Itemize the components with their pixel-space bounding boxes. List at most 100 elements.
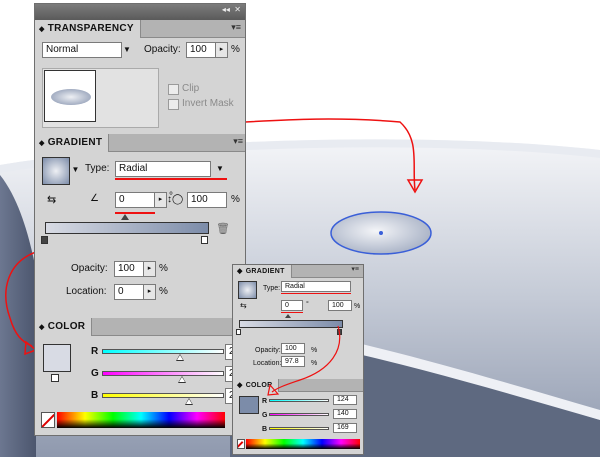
ellipse-center-point[interactable] <box>379 231 383 235</box>
small-g-slider[interactable] <box>269 413 329 416</box>
opacity-label: Opacity: <box>144 44 181 55</box>
small-none-color-icon[interactable] <box>237 439 245 449</box>
stop-opacity-input[interactable]: 100 <box>114 261 144 277</box>
opacity-stepper[interactable]: ▸ <box>216 42 228 58</box>
small-annotation-underline-type <box>281 293 351 294</box>
r-label: R <box>91 346 99 357</box>
small-fill-swatch-color <box>240 397 258 413</box>
stop-opacity-unit: % <box>159 263 168 274</box>
tab-color[interactable]: ◆ COLOR <box>35 318 93 336</box>
gradient-body: ▼ Type: Radial ▼ ⇆ ∠ 0 ▸ ° ↕◯ 100 % 🗑 Op… <box>35 152 245 318</box>
invert-mask-checkbox[interactable] <box>168 99 179 110</box>
gradient-menu-icon[interactable]: ▾≡ <box>233 136 243 147</box>
gradient-stop-start[interactable] <box>41 236 48 244</box>
opacity-unit: % <box>231 44 240 55</box>
angle-value: 0 <box>119 194 125 205</box>
small-gradient-stop-end[interactable] <box>337 329 342 335</box>
gradient-type-select[interactable]: Radial <box>115 161 211 177</box>
tab-gradient[interactable]: ◆ GRADIENT <box>35 134 110 152</box>
fill-swatch-color <box>44 345 70 371</box>
small-b-input[interactable]: 169 <box>333 423 357 433</box>
small-r-slider[interactable] <box>269 399 329 402</box>
small-opacity-label: Opacity: <box>255 347 281 354</box>
location-stepper[interactable]: ▸ <box>144 284 156 300</box>
close-icon[interactable]: ✕ <box>234 5 241 14</box>
small-gradient-stop-start[interactable] <box>236 329 241 335</box>
object-thumbnail[interactable] <box>44 70 96 122</box>
small-reverse-icon[interactable]: ⇆ <box>240 301 247 310</box>
small-gradient-swatch[interactable] <box>238 281 257 299</box>
b-slider-thumb[interactable] <box>185 398 193 405</box>
g-label: G <box>91 368 99 379</box>
r-slider[interactable] <box>102 349 224 354</box>
tab-gradient-small[interactable]: ◆ GRADIENT <box>233 265 292 278</box>
small-aspect-input[interactable]: 100 <box>328 300 352 311</box>
chevron-down-icon[interactable]: ▼ <box>120 42 134 58</box>
stroke-swatch[interactable] <box>51 374 59 382</box>
angle-stepper[interactable]: ▸ <box>155 192 167 208</box>
g-slider[interactable] <box>102 371 224 376</box>
small-b-slider[interactable] <box>269 427 329 430</box>
location-value: 0 <box>118 286 124 297</box>
gradient-swatch-chevron-icon[interactable]: ▼ <box>71 162 80 178</box>
gradient-tab-row: ◆ GRADIENT ▾≡ <box>35 134 245 152</box>
aspect-ratio-icon: ↕◯ <box>167 194 184 205</box>
small-color-spectrum[interactable] <box>246 439 360 449</box>
small-type-select[interactable]: Radial <box>281 281 351 292</box>
small-angle-input[interactable]: 0 <box>281 300 303 311</box>
small-g-input[interactable]: 140 <box>333 409 357 419</box>
small-opacity-input[interactable]: 100 <box>281 343 305 354</box>
tab-color-small[interactable]: ◆ COLOR <box>233 379 280 392</box>
small-annotation-underline-angle <box>281 312 303 313</box>
clip-label: Clip <box>182 83 200 94</box>
aspect-ratio-input[interactable]: 100 <box>187 192 227 208</box>
location-input[interactable]: 0 <box>114 284 144 300</box>
small-g-label: G <box>262 412 268 419</box>
fill-swatch[interactable] <box>43 344 71 372</box>
small-gradient-tab-row: ◆ GRADIENT ▾≡ <box>233 265 363 278</box>
blend-mode-select[interactable]: Normal <box>42 42 122 58</box>
color-body: R 216 G 219 B 228 <box>35 336 245 435</box>
main-panel-dock: ◂◂ ✕ ◆ TRANSPARENCY ▾≡ Normal ▼ Opacity: … <box>34 3 246 436</box>
gradient-type-value: Radial <box>119 163 148 174</box>
b-label: B <box>91 390 99 401</box>
small-midpoint-diamond[interactable] <box>285 314 291 318</box>
dock-titlebar[interactable]: ◂◂ ✕ <box>35 4 245 20</box>
r-slider-thumb[interactable] <box>176 354 184 361</box>
opacity-input[interactable]: 100 <box>186 42 216 58</box>
small-opacity-value: 100 <box>285 345 297 352</box>
clip-checkbox[interactable] <box>168 84 179 95</box>
aspect-unit: % <box>231 194 240 205</box>
type-chevron-icon[interactable]: ▼ <box>213 161 227 177</box>
stop-opacity-label: Opacity: <box>71 263 108 274</box>
small-fill-swatch[interactable] <box>239 396 259 414</box>
small-gradient-menu-icon[interactable]: ▾≡ <box>351 265 359 273</box>
collapse-icon[interactable]: ◂◂ <box>222 5 230 14</box>
midpoint-diamond[interactable] <box>121 214 129 220</box>
small-aspect-value: 100 <box>332 302 344 309</box>
small-type-label: Type: <box>263 285 281 292</box>
small-location-input[interactable]: 97.8 <box>281 356 305 367</box>
tab-transparency[interactable]: ◆ TRANSPARENCY <box>35 20 141 38</box>
transparency-body: Normal ▼ Opacity: 100 ▸ % Clip Invert Ma… <box>35 38 245 134</box>
trash-icon[interactable]: 🗑 <box>216 222 230 235</box>
gradient-swatch[interactable] <box>42 157 70 185</box>
stop-opacity-stepper[interactable]: ▸ <box>144 261 156 277</box>
thumbnail-ellipse <box>51 89 91 105</box>
color-tab-row: ◆COLOR ▾≡ <box>35 318 245 336</box>
none-color-icon[interactable] <box>41 412 55 428</box>
reverse-gradient-icon[interactable]: ⇆ <box>47 193 56 206</box>
opacity-value: 100 <box>190 44 207 55</box>
angle-input[interactable]: 0 <box>115 192 155 208</box>
gradient-stop-end[interactable] <box>201 236 208 244</box>
small-color-tab-row: ◆ COLOR <box>233 379 363 392</box>
small-gradient-ramp[interactable] <box>239 320 343 328</box>
gradient-ramp[interactable] <box>45 222 209 234</box>
b-slider[interactable] <box>102 393 224 398</box>
g-slider-thumb[interactable] <box>178 376 186 383</box>
location-label: Location: <box>66 286 107 297</box>
small-r-input[interactable]: 124 <box>333 395 357 405</box>
panel-menu-icon[interactable]: ▾≡ <box>231 22 241 33</box>
color-spectrum[interactable] <box>57 412 225 428</box>
stop-opacity-value: 100 <box>118 263 135 274</box>
